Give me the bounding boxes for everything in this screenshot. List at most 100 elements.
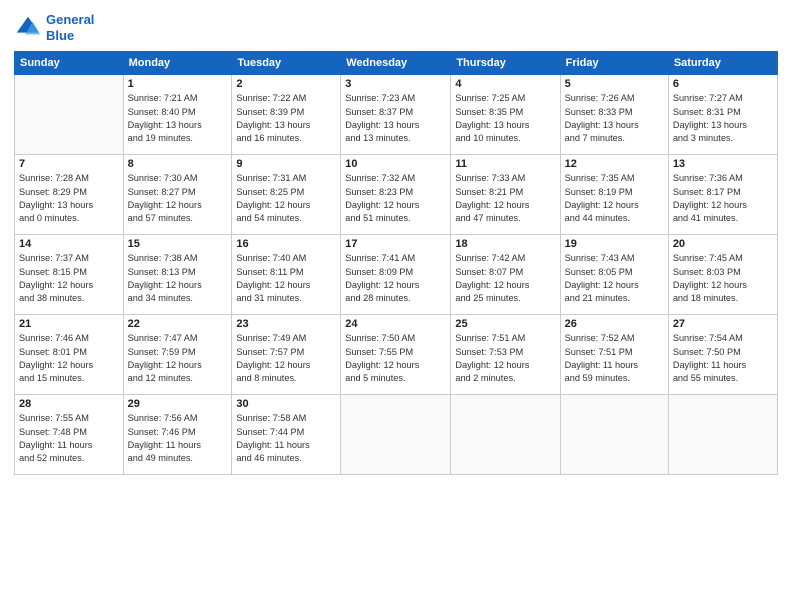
day-number: 12	[565, 158, 664, 170]
day-number: 24	[345, 318, 446, 330]
day-number: 8	[128, 158, 228, 170]
day-info: Sunrise: 7:56 AM Sunset: 7:46 PM Dayligh…	[128, 412, 228, 465]
calendar-cell: 26Sunrise: 7:52 AM Sunset: 7:51 PM Dayli…	[560, 315, 668, 395]
calendar-cell: 21 Sunrise: 7:46 AM Sunset: 8:01 PM Dayli…	[15, 315, 124, 395]
weekday-header-monday: Monday	[123, 52, 232, 75]
logo-line2: Blue	[46, 28, 94, 44]
day-info: Sunrise: 7:35 AM Sunset: 8:19 PM Dayligh…	[565, 172, 664, 225]
day-number: 16	[236, 238, 336, 250]
day-number: 14	[19, 238, 119, 250]
calendar-cell: 15Sunrise: 7:38 AM Sunset: 8:13 PM Dayli…	[123, 235, 232, 315]
day-info: Sunrise: 7:27 AM Sunset: 8:31 PM Dayligh…	[673, 92, 773, 145]
calendar-cell: 17 Sunrise: 7:41 AM Sunset: 8:09 PM Dayli…	[341, 235, 451, 315]
calendar-cell: 11 Sunrise: 7:33 AM Sunset: 8:21 PM Dayli…	[451, 155, 560, 235]
weekday-header-saturday: Saturday	[668, 52, 777, 75]
calendar-cell	[560, 395, 668, 475]
day-info: Sunrise: 7:22 AM Sunset: 8:39 PM Dayligh…	[236, 92, 336, 145]
day-info: Sunrise: 7:58 AM Sunset: 7:44 PM Dayligh…	[236, 412, 336, 465]
day-number: 27	[673, 318, 773, 330]
day-number: 9	[236, 158, 336, 170]
day-info: Sunrise: 7:41 AM Sunset: 8:09 PM Dayligh…	[345, 252, 446, 305]
day-number: 20	[673, 238, 773, 250]
day-number: 22	[128, 318, 228, 330]
day-number: 15	[128, 238, 228, 250]
day-info: Sunrise: 7:26 AM Sunset: 8:33 PM Dayligh…	[565, 92, 664, 145]
calendar-cell: 30 Sunrise: 7:58 AM Sunset: 7:44 PM Dayli…	[232, 395, 341, 475]
calendar-cell: 22 Sunrise: 7:47 AM Sunset: 7:59 PM Dayli…	[123, 315, 232, 395]
calendar-cell: 8 Sunrise: 7:30 AM Sunset: 8:27 PM Daylig…	[123, 155, 232, 235]
calendar-cell	[15, 75, 124, 155]
page-header: General Blue	[14, 12, 778, 43]
calendar-week-5: 28Sunrise: 7:55 AM Sunset: 7:48 PM Dayli…	[15, 395, 778, 475]
calendar-cell: 3 Sunrise: 7:23 AM Sunset: 8:37 PM Daylig…	[341, 75, 451, 155]
calendar-cell: 23Sunrise: 7:49 AM Sunset: 7:57 PM Dayli…	[232, 315, 341, 395]
day-info: Sunrise: 7:23 AM Sunset: 8:37 PM Dayligh…	[345, 92, 446, 145]
calendar-cell: 18 Sunrise: 7:42 AM Sunset: 8:07 PM Dayli…	[451, 235, 560, 315]
day-number: 4	[455, 78, 555, 90]
day-number: 10	[345, 158, 446, 170]
calendar-cell	[668, 395, 777, 475]
weekday-header-row: SundayMondayTuesdayWednesdayThursdayFrid…	[15, 52, 778, 75]
day-info: Sunrise: 7:54 AM Sunset: 7:50 PM Dayligh…	[673, 332, 773, 385]
weekday-header-tuesday: Tuesday	[232, 52, 341, 75]
day-number: 11	[455, 158, 555, 170]
day-number: 1	[128, 78, 228, 90]
calendar-cell: 1Sunrise: 7:21 AM Sunset: 8:40 PM Daylig…	[123, 75, 232, 155]
day-number: 18	[455, 238, 555, 250]
day-number: 17	[345, 238, 446, 250]
calendar-cell: 14 Sunrise: 7:37 AM Sunset: 8:15 PM Dayli…	[15, 235, 124, 315]
weekday-header-wednesday: Wednesday	[341, 52, 451, 75]
calendar-cell: 7Sunrise: 7:28 AM Sunset: 8:29 PM Daylig…	[15, 155, 124, 235]
weekday-header-thursday: Thursday	[451, 52, 560, 75]
day-number: 30	[236, 398, 336, 410]
calendar-week-4: 21 Sunrise: 7:46 AM Sunset: 8:01 PM Dayli…	[15, 315, 778, 395]
day-info: Sunrise: 7:50 AM Sunset: 7:55 PM Dayligh…	[345, 332, 446, 385]
calendar-table: SundayMondayTuesdayWednesdayThursdayFrid…	[14, 51, 778, 475]
calendar-cell: 10 Sunrise: 7:32 AM Sunset: 8:23 PM Dayli…	[341, 155, 451, 235]
weekday-header-sunday: Sunday	[15, 52, 124, 75]
day-number: 29	[128, 398, 228, 410]
day-number: 23	[236, 318, 336, 330]
calendar-cell: 6Sunrise: 7:27 AM Sunset: 8:31 PM Daylig…	[668, 75, 777, 155]
calendar-cell	[341, 395, 451, 475]
day-number: 25	[455, 318, 555, 330]
calendar-cell: 2 Sunrise: 7:22 AM Sunset: 8:39 PM Daylig…	[232, 75, 341, 155]
calendar-cell: 25 Sunrise: 7:51 AM Sunset: 7:53 PM Dayli…	[451, 315, 560, 395]
day-number: 21	[19, 318, 119, 330]
calendar-cell: 29 Sunrise: 7:56 AM Sunset: 7:46 PM Dayli…	[123, 395, 232, 475]
logo-line1: General	[46, 12, 94, 28]
day-info: Sunrise: 7:25 AM Sunset: 8:35 PM Dayligh…	[455, 92, 555, 145]
weekday-header-friday: Friday	[560, 52, 668, 75]
day-info: Sunrise: 7:42 AM Sunset: 8:07 PM Dayligh…	[455, 252, 555, 305]
day-info: Sunrise: 7:47 AM Sunset: 7:59 PM Dayligh…	[128, 332, 228, 385]
calendar-cell: 28Sunrise: 7:55 AM Sunset: 7:48 PM Dayli…	[15, 395, 124, 475]
calendar-cell: 16 Sunrise: 7:40 AM Sunset: 8:11 PM Dayli…	[232, 235, 341, 315]
day-info: Sunrise: 7:46 AM Sunset: 8:01 PM Dayligh…	[19, 332, 119, 385]
day-number: 5	[565, 78, 664, 90]
day-info: Sunrise: 7:33 AM Sunset: 8:21 PM Dayligh…	[455, 172, 555, 225]
calendar-cell: 9 Sunrise: 7:31 AM Sunset: 8:25 PM Daylig…	[232, 155, 341, 235]
day-number: 28	[19, 398, 119, 410]
logo-icon	[14, 14, 42, 42]
day-number: 2	[236, 78, 336, 90]
day-info: Sunrise: 7:43 AM Sunset: 8:05 PM Dayligh…	[565, 252, 664, 305]
calendar-cell	[451, 395, 560, 475]
calendar-cell: 19 Sunrise: 7:43 AM Sunset: 8:05 PM Dayli…	[560, 235, 668, 315]
calendar-cell: 24 Sunrise: 7:50 AM Sunset: 7:55 PM Dayli…	[341, 315, 451, 395]
day-number: 7	[19, 158, 119, 170]
day-number: 19	[565, 238, 664, 250]
day-info: Sunrise: 7:31 AM Sunset: 8:25 PM Dayligh…	[236, 172, 336, 225]
day-number: 3	[345, 78, 446, 90]
calendar-week-2: 7Sunrise: 7:28 AM Sunset: 8:29 PM Daylig…	[15, 155, 778, 235]
logo: General Blue	[14, 12, 94, 43]
day-info: Sunrise: 7:30 AM Sunset: 8:27 PM Dayligh…	[128, 172, 228, 225]
calendar-week-3: 14 Sunrise: 7:37 AM Sunset: 8:15 PM Dayli…	[15, 235, 778, 315]
calendar-cell: 5 Sunrise: 7:26 AM Sunset: 8:33 PM Daylig…	[560, 75, 668, 155]
calendar-cell: 20Sunrise: 7:45 AM Sunset: 8:03 PM Dayli…	[668, 235, 777, 315]
day-info: Sunrise: 7:37 AM Sunset: 8:15 PM Dayligh…	[19, 252, 119, 305]
day-info: Sunrise: 7:40 AM Sunset: 8:11 PM Dayligh…	[236, 252, 336, 305]
day-info: Sunrise: 7:51 AM Sunset: 7:53 PM Dayligh…	[455, 332, 555, 385]
day-number: 13	[673, 158, 773, 170]
day-info: Sunrise: 7:32 AM Sunset: 8:23 PM Dayligh…	[345, 172, 446, 225]
calendar-cell: 4 Sunrise: 7:25 AM Sunset: 8:35 PM Daylig…	[451, 75, 560, 155]
